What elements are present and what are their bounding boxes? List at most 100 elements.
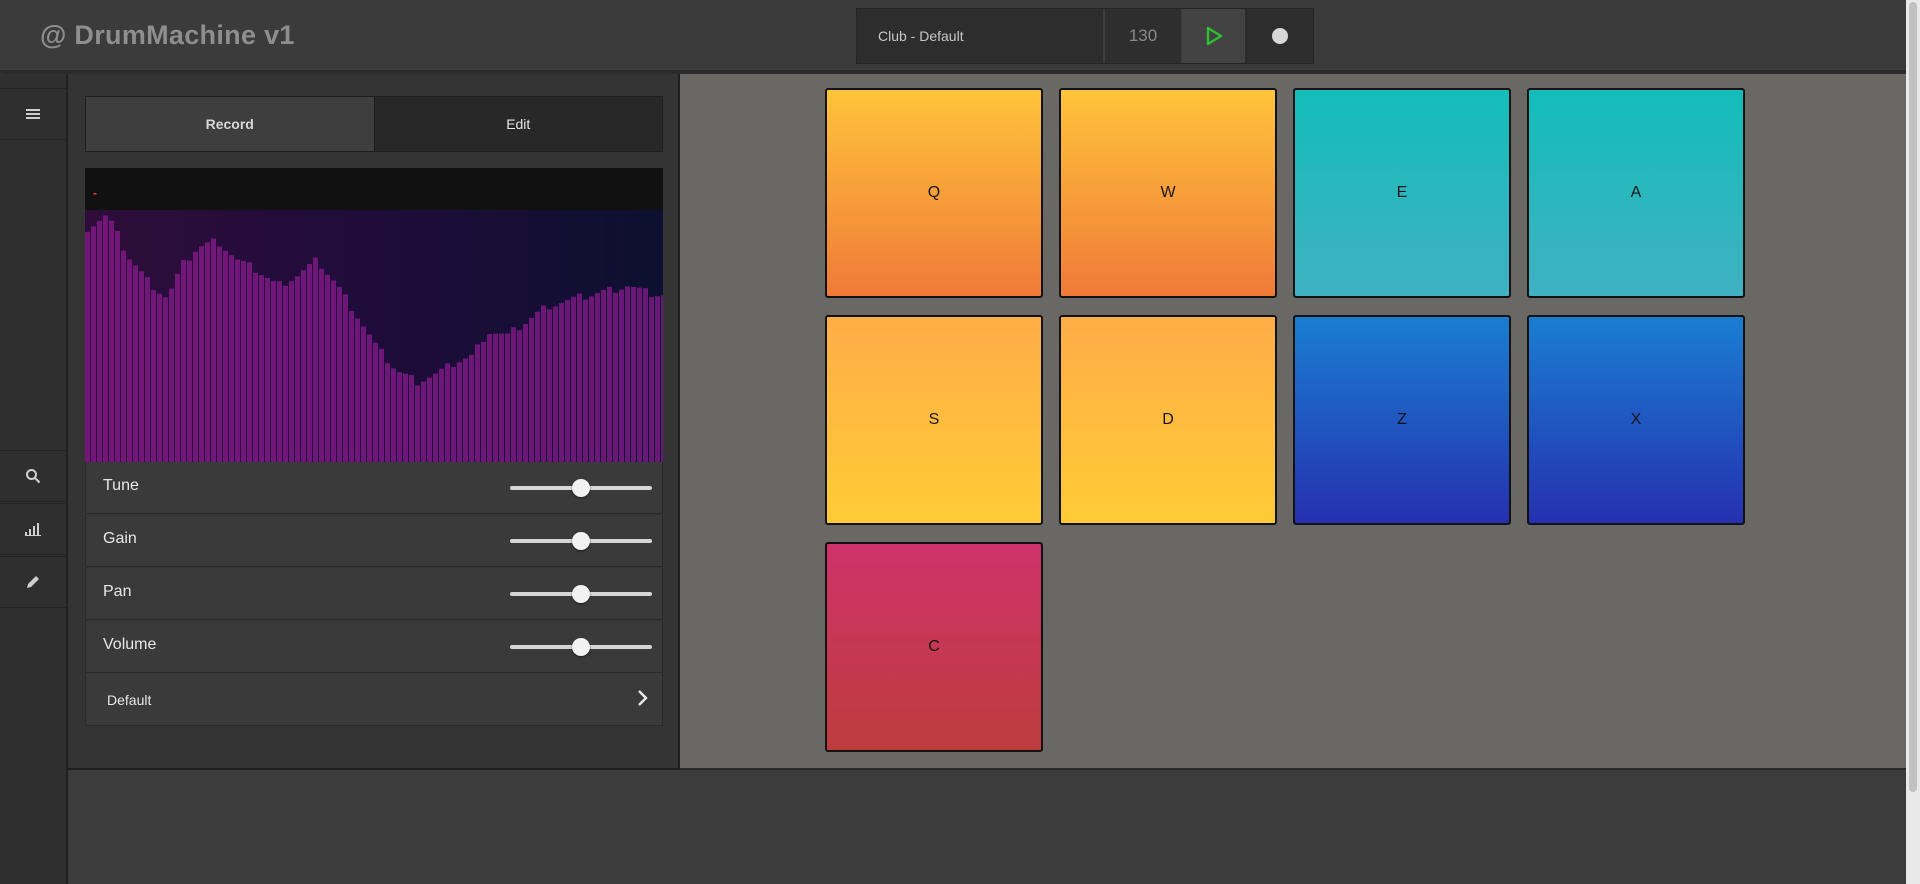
- waveform-bar: [547, 309, 552, 462]
- volume-slider[interactable]: [510, 638, 652, 656]
- pad-a[interactable]: A: [1527, 88, 1745, 298]
- waveform-bar: [559, 303, 564, 462]
- waveform-display[interactable]: -: [85, 168, 663, 462]
- page-scrollbar[interactable]: [1906, 0, 1920, 884]
- waveform-bar: [121, 250, 126, 462]
- waveform-bar: [475, 344, 480, 462]
- preset-label: Default: [107, 692, 152, 708]
- waveform-bar: [361, 326, 366, 462]
- waveform-bar: [595, 293, 600, 462]
- waveform-bar: [163, 297, 168, 462]
- volume-slider-thumb[interactable]: [572, 638, 590, 656]
- waveform-bar: [301, 270, 306, 462]
- waveform-bar: [253, 272, 258, 462]
- scrollbar-thumb[interactable]: [1909, 2, 1917, 792]
- search-icon: [26, 469, 41, 484]
- tab-record[interactable]: Record: [86, 97, 375, 151]
- playhead-marker: -: [93, 186, 97, 200]
- waveform-bar: [151, 290, 156, 462]
- waveform-bar: [229, 255, 234, 462]
- waveform-bar: [247, 262, 252, 462]
- pan-slider[interactable]: [510, 585, 652, 603]
- waveform-bar: [625, 286, 630, 462]
- top-bar: @ DrumMachine v1 Club - Default 130: [0, 0, 1906, 72]
- signal-bars-icon: [25, 523, 41, 536]
- tab-edit[interactable]: Edit: [374, 97, 662, 151]
- tune-control: Tune: [85, 462, 663, 514]
- waveform-bar: [109, 220, 114, 462]
- waveform-bar: [535, 311, 540, 462]
- waveform-bar: [217, 246, 222, 462]
- waveform-bar: [499, 333, 504, 462]
- waveform-bar: [199, 246, 204, 462]
- waveform-bar: [373, 342, 378, 462]
- waveform-bar: [397, 372, 402, 462]
- pad-x[interactable]: X: [1527, 315, 1745, 525]
- waveform-bar: [649, 297, 654, 462]
- gain-slider-thumb[interactable]: [572, 532, 590, 550]
- waveform-bar: [205, 242, 210, 462]
- waveform-bar: [589, 296, 594, 462]
- chevron-right-icon: [638, 690, 648, 706]
- waveform-bar: [523, 324, 528, 462]
- kit-selector[interactable]: Club - Default: [857, 9, 1105, 63]
- waveform-bar: [157, 293, 162, 462]
- waveform-bar: [463, 358, 468, 462]
- search-button[interactable]: [0, 450, 66, 502]
- waveform-bar: [115, 231, 120, 462]
- waveform-bar: [235, 259, 240, 462]
- pad-d[interactable]: D: [1059, 315, 1277, 525]
- waveform-bar: [211, 238, 216, 462]
- levels-button[interactable]: [0, 503, 66, 555]
- waveform-bar: [457, 362, 462, 462]
- waveform-bar: [97, 220, 102, 462]
- waveform-bar: [283, 285, 288, 462]
- waveform-bar: [127, 259, 132, 462]
- waveform-bar: [529, 317, 534, 462]
- play-button[interactable]: [1183, 9, 1247, 63]
- pad-q[interactable]: Q: [825, 88, 1043, 298]
- tune-slider[interactable]: [510, 479, 652, 497]
- gain-label: Gain: [103, 530, 137, 547]
- pad-grid: Q W E A S D Z X C: [680, 74, 1906, 770]
- waveform-bar: [277, 281, 282, 462]
- waveform-bar: [337, 286, 342, 462]
- pan-slider-thumb[interactable]: [572, 585, 590, 603]
- menu-icon: [26, 109, 40, 119]
- waveform-bar: [619, 289, 624, 462]
- waveform-bar: [391, 368, 396, 462]
- waveform-bar: [583, 299, 588, 462]
- waveform-bar: [271, 280, 276, 462]
- waveform-bar: [289, 281, 294, 462]
- waveform-bar: [421, 381, 426, 462]
- waveform-bar: [541, 305, 546, 462]
- pad-s[interactable]: S: [825, 315, 1043, 525]
- waveform-header: -: [85, 168, 663, 210]
- waveform-bar: [577, 293, 582, 462]
- preset-selector[interactable]: Default: [85, 672, 663, 726]
- bpm-display[interactable]: 130: [1105, 9, 1183, 63]
- play-icon: [1206, 26, 1223, 46]
- waveform-bar: [133, 265, 138, 462]
- pad-w[interactable]: W: [1059, 88, 1277, 298]
- waveform-bar: [223, 250, 228, 462]
- edit-button[interactable]: [0, 556, 66, 608]
- waveform-bar: [85, 231, 90, 462]
- waveform-bar: [403, 373, 408, 462]
- tune-slider-thumb[interactable]: [572, 479, 590, 497]
- waveform-bar: [607, 286, 612, 462]
- menu-button[interactable]: [0, 88, 66, 140]
- record-button[interactable]: [1247, 9, 1313, 63]
- waveform-bar: [493, 333, 498, 462]
- waveform-bar: [637, 287, 642, 462]
- waveform-bar: [313, 257, 318, 462]
- pad-z[interactable]: Z: [1293, 315, 1511, 525]
- tune-label: Tune: [103, 477, 139, 494]
- gain-slider[interactable]: [510, 532, 652, 550]
- waveform-bar: [601, 289, 606, 462]
- pad-c[interactable]: C: [825, 542, 1043, 752]
- waveform-bar: [427, 377, 432, 462]
- waveform-bar: [505, 333, 510, 462]
- record-icon: [1272, 28, 1288, 44]
- pad-e[interactable]: E: [1293, 88, 1511, 298]
